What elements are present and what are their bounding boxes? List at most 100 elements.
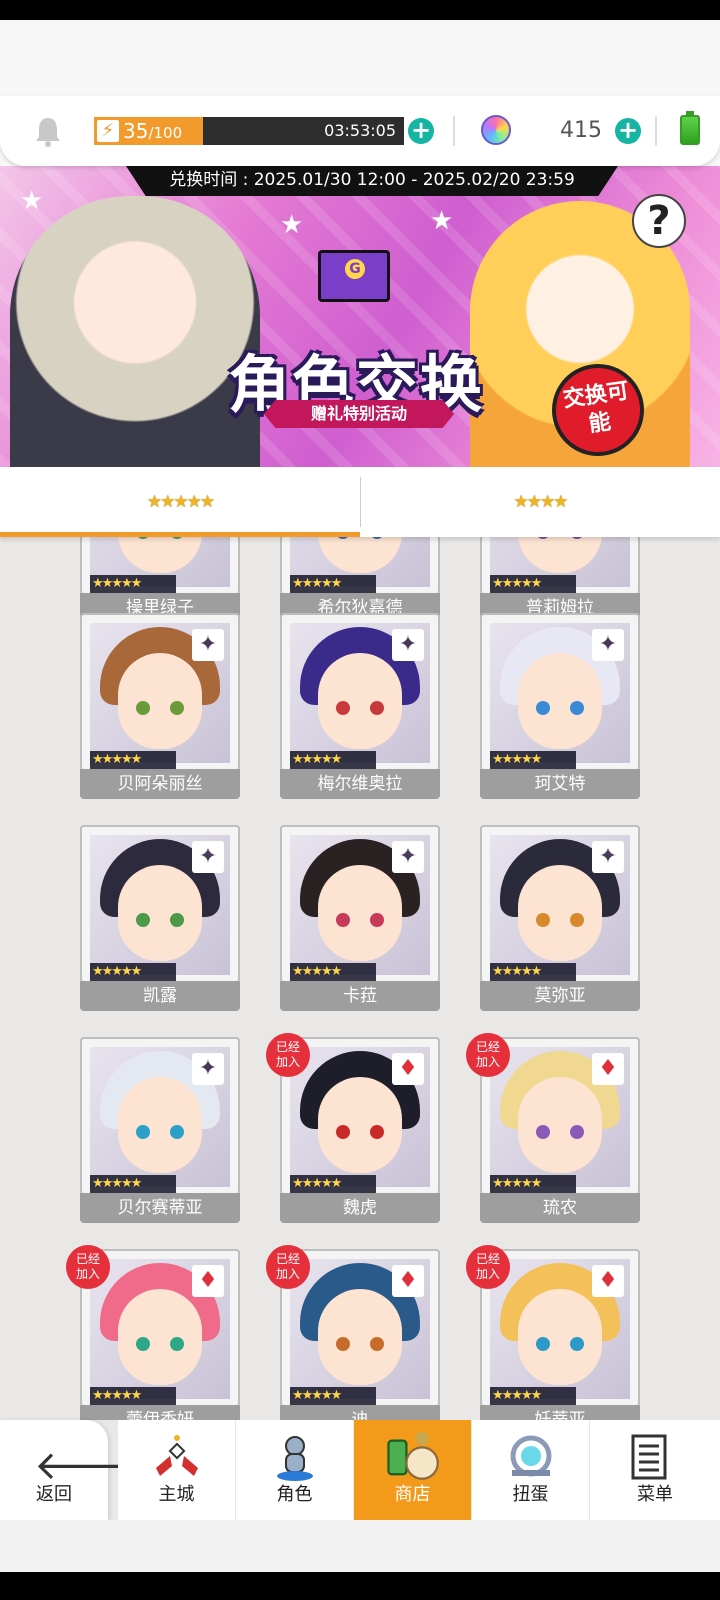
rarity-stars: ★★★★★	[90, 1387, 176, 1405]
portrait-eye	[536, 913, 550, 927]
dark-sparkle-icon: ✦	[192, 1053, 224, 1085]
character-card[interactable]: ✦ ★★★★★ 凯露	[80, 825, 240, 1011]
shop-icon	[387, 1431, 439, 1480]
card-frame: ✦★★★★★	[80, 537, 240, 595]
card-frame: ✦★★★★★	[280, 613, 440, 771]
stamina-value: 35/100	[123, 119, 183, 143]
event-banner: ★ ★ ★ ★ ★ 兑换时间 : 2025.01/30 12:00 - 2025…	[0, 166, 720, 467]
rarity-stars: ★★★★★	[290, 575, 376, 593]
portrait-eye	[170, 1125, 184, 1139]
character-name: 妊蒂亚	[480, 1405, 640, 1420]
portrait-face	[518, 653, 602, 749]
nav-label: 扭蛋	[512, 1484, 549, 1505]
nav-label: 商店	[394, 1484, 431, 1505]
portrait-eye	[370, 1337, 384, 1351]
nav-label: 主城	[158, 1484, 195, 1505]
rarity-stars: ★★★★★	[90, 575, 176, 593]
character-card[interactable]: ✦★★★★★操里绿子	[80, 537, 240, 623]
character-name: 贝阿朵丽丝	[80, 769, 240, 799]
rarity-stars: ★★★★★	[290, 963, 376, 981]
mail-icon	[318, 250, 390, 302]
add-stamina-plus-icon[interactable]: +	[408, 118, 434, 144]
portrait-eye	[570, 913, 584, 927]
character-name: 珂艾特	[480, 769, 640, 799]
tab-5-star[interactable]: ★★★★★	[0, 467, 360, 537]
character-portrait: ✦	[90, 835, 230, 975]
character-portrait: ♦	[490, 1047, 630, 1187]
character-portrait: ✦	[290, 623, 430, 763]
character-card[interactable]: ✦ ★★★★★ 珂艾特	[480, 613, 640, 799]
active-tab-indicator	[0, 532, 360, 537]
portrait-eye	[336, 1337, 350, 1351]
dark-sparkle-icon: ✦	[192, 629, 224, 661]
card-frame: ✦★★★★★	[280, 825, 440, 983]
card-frame: ✦ ★★★★★	[480, 825, 640, 983]
gem-count: 415	[560, 118, 602, 143]
portrait-eye	[570, 1125, 584, 1139]
portrait-eye	[336, 701, 350, 715]
rarity-stars: ★★★★★	[490, 575, 576, 593]
nav-item-main-city[interactable]: 主城	[118, 1420, 236, 1520]
joined-badge: 已经 加入	[466, 1245, 510, 1289]
portrait-eye	[136, 1337, 150, 1351]
portrait-eye	[136, 701, 150, 715]
nav-item-gacha[interactable]: 扭蛋	[472, 1420, 590, 1520]
character-name: 迪	[280, 1405, 440, 1420]
dark-sparkle-icon: ✦	[592, 629, 624, 661]
character-card[interactable]: ✦★★★★★希尔狄嘉德	[280, 537, 440, 623]
add-gem-plus-icon[interactable]: +	[615, 118, 641, 144]
character-card[interactable]: ♦ ★★★★★ 妊蒂亚 已经 加入	[466, 1245, 640, 1420]
star-icon: ★	[430, 206, 454, 236]
portrait-face	[118, 865, 202, 961]
red-diamond-icon: ♦	[592, 1265, 624, 1297]
nav-item-character[interactable]: 角色	[236, 1420, 354, 1520]
star-icon: ★	[280, 210, 304, 240]
character-card[interactable]: ✦ ★★★★★ 莫弥亚	[480, 825, 640, 1011]
portrait-eye	[370, 701, 384, 715]
portrait-eye	[570, 701, 584, 715]
system-status-bar	[0, 0, 720, 20]
portrait-eye	[170, 701, 184, 715]
castle-icon	[156, 1435, 198, 1476]
character-portrait: ♦	[90, 1259, 230, 1399]
portrait-eye	[536, 701, 550, 715]
character-card[interactable]: ✦ ★★★★★ 贝尔赛蒂亚	[80, 1037, 240, 1223]
nav-item-menu[interactable]: 菜单	[590, 1420, 720, 1520]
red-diamond-icon: ♦	[392, 1053, 424, 1085]
character-card[interactable]: ♦ ★★★★★ 琉农 已经 加入	[466, 1033, 640, 1223]
dark-sparkle-icon: ✦	[592, 841, 624, 873]
tab-4-star[interactable]: ★★★★	[360, 467, 720, 537]
character-card[interactable]: ♦ ★★★★★ 蕾伊香妍 已经 加入	[66, 1245, 240, 1420]
bottom-spacer	[0, 1520, 720, 1572]
nav-label: 角色	[276, 1484, 313, 1505]
character-portrait: ✦	[490, 623, 630, 763]
back-button[interactable]: 🡐 返回	[0, 1420, 141, 1520]
banner-subtitle: 赠礼特别活动	[264, 400, 454, 428]
portrait-face	[118, 1077, 202, 1173]
character-card[interactable]: ♦ ★★★★★ 魏虎 已经 加入	[266, 1033, 440, 1223]
portrait-eye	[170, 913, 184, 927]
character-card[interactable]: ✦★★★★★普莉姆拉	[480, 537, 640, 623]
portrait-eye	[336, 913, 350, 927]
resource-bar: ⚡ 35/100 03:53:05 + 415 +	[0, 96, 720, 166]
help-icon[interactable]: ?	[632, 194, 686, 248]
character-card[interactable]: ✦ ★★★★★ 梅尔维奥拉	[280, 613, 440, 799]
character-name: 凯露	[80, 981, 240, 1011]
portrait-eye	[536, 1337, 550, 1351]
character-card[interactable]: ✦ ★★★★★ 卡菈	[280, 825, 440, 1011]
nav-item-shop[interactable]: 商店	[354, 1420, 472, 1520]
character-portrait: ✦	[290, 835, 430, 975]
character-card[interactable]: ✦ ★★★★★ 贝阿朵丽丝	[80, 613, 240, 799]
character-card[interactable]: ♦ ★★★★★ 迪 已经 加入	[266, 1245, 440, 1420]
bell-icon[interactable]	[32, 114, 64, 148]
character-portrait: ✦	[490, 835, 630, 975]
rarity-stars: ★★★★★	[290, 1387, 376, 1405]
character-icon	[277, 1436, 313, 1481]
rarity-tabs: ★★★★★ ★★★★	[0, 467, 720, 537]
rarity-stars: ★★★★★	[490, 963, 576, 981]
portrait-eye	[170, 1337, 184, 1351]
portrait-face	[118, 1289, 202, 1385]
character-portrait: ✦	[90, 623, 230, 763]
battery-icon	[680, 111, 700, 145]
portrait-eye	[136, 913, 150, 927]
